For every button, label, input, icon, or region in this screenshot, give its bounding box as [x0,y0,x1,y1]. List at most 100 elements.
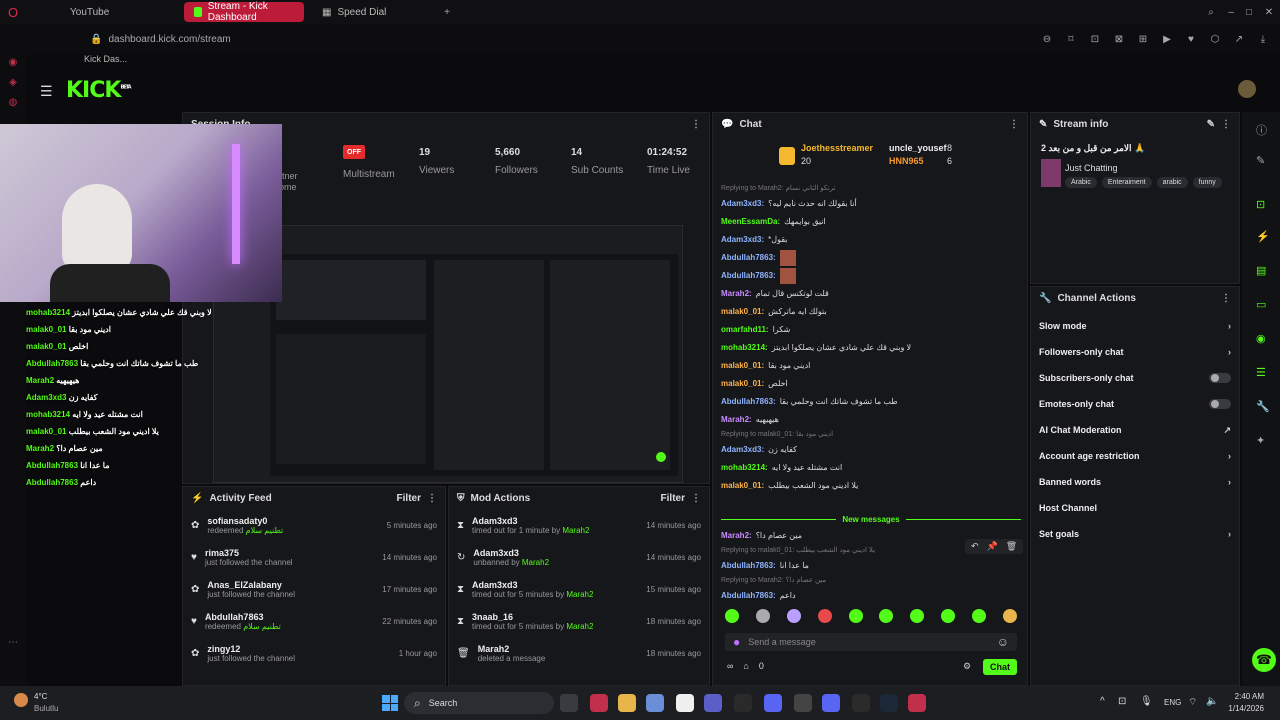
chat-username[interactable]: mohab3214: [721,459,768,477]
emote-icon[interactable] [755,609,770,623]
mod-action-item[interactable]: ↻ Adam3xd3 unbanned by Marah2 14 minutes ag… [449,541,709,573]
stream-preview[interactable] [213,225,683,483]
chat-message[interactable]: Abdullah7863: ما عدا انا [721,557,1021,575]
mod-target-user[interactable]: Adam3xd3 [472,580,593,590]
chat-username[interactable]: omarfahd11: [721,321,769,339]
stream-tag[interactable]: funny [1192,177,1222,188]
chat-message[interactable]: malak0_01: اديني مود بقا [721,357,1021,375]
stream-tag[interactable]: Arabic [1065,177,1097,188]
toggle-switch[interactable] [1209,399,1231,409]
clock-time[interactable]: 2:40 AM [1226,692,1264,701]
pin-icon[interactable]: 📌 [987,541,998,552]
toggle-switch[interactable] [1209,373,1231,383]
chat-message[interactable]: Adam3xd3: كفايه زن [721,441,1021,459]
emote-icon[interactable] [725,609,739,623]
mod-target-user[interactable]: Adam3xd3 [472,516,589,526]
apps-icon[interactable]: ✦ [1256,434,1265,447]
game-icon[interactable] [908,694,926,712]
more-menu-icon[interactable]: ⋮ [1221,293,1231,304]
emote-icon[interactable] [817,609,832,623]
obs-icon[interactable] [764,694,782,712]
delete-icon[interactable]: 🗑 [1006,541,1017,552]
more-menu-icon[interactable]: ⋮ [1009,119,1019,130]
heart-icon[interactable]: ♥ [1184,32,1198,46]
emote-icon[interactable] [786,609,801,623]
search-icon[interactable]: ⌕ [1204,5,1218,19]
document-icon[interactable]: ▤ [1256,264,1266,277]
messenger-icon[interactable]: ◍ [5,94,21,110]
reply-icon[interactable]: ↶ [971,541,979,552]
tab-youtube[interactable]: YouTube [60,2,119,22]
channel-action-banned-words[interactable]: Banned words › [1031,469,1239,495]
chat-username[interactable]: Abdullah7863: [721,249,776,267]
taskbar-search[interactable]: ⌕ Search [404,692,554,714]
translate-icon[interactable]: ⊞ [1136,32,1150,46]
tools-icon[interactable]: 🔧 [1256,400,1270,413]
infinity-icon[interactable]: ∞ [727,661,733,671]
help-button[interactable]: ☎ [1252,648,1276,672]
camera-icon[interactable]: ⊡ [1256,198,1265,211]
steam-icon[interactable] [880,694,898,712]
chat-message[interactable]: Abdullah7863: طب ما تشوف شاتك انت وحلمي ب… [721,393,1021,411]
mod-action-item[interactable]: ⧗ 3naab_16 timed out for 5 minutes by Mara… [449,605,709,637]
language-indicator[interactable]: ENG [1164,698,1181,707]
speed-dial-icon[interactable]: ◉ [5,54,21,70]
channel-action-emotes-only-chat[interactable]: Emotes-only chat [1031,391,1239,417]
stream-tag[interactable]: arabic [1156,177,1188,188]
activity-item[interactable]: ✿ zingy12 just followed the channel 1 hour … [183,637,445,669]
chat-username[interactable]: Adam3xd3: [721,231,764,249]
opera-logo-icon[interactable]: O [6,5,20,20]
store-icon[interactable]: ⌂ [743,661,748,671]
channel-action-set-goals[interactable]: Set goals › [1031,521,1239,547]
activity-user[interactable]: Abdullah7863 [205,612,281,622]
top-gifter-1[interactable]: Joethesstreamer [801,143,873,153]
chat-username[interactable]: Adam3xd3: [721,441,764,459]
chat-username[interactable]: MeenEssamDa: [721,213,780,231]
chat-message[interactable]: mohab3214: لا وبني قك علي شادي عشان يصلكو… [721,339,1021,357]
more-menu-icon[interactable]: ⋮ [691,119,701,130]
mod-action-item[interactable]: 🗑 Marah2 deleted a message 18 minutes ago [449,637,709,669]
chat-message[interactable]: MeenEssamDa: انيق بوايمهك [721,213,1021,231]
microphone-icon[interactable]: 🎙 [1140,696,1153,707]
activity-user[interactable]: rima375 [205,548,293,558]
mod-action-item[interactable]: ⧗ Adam3xd3 timed out for 1 minute by Marah… [449,509,709,541]
chat-message[interactable]: malak0_01: بتولك ايه ماتركش [721,303,1021,321]
channel-action-followers-only-chat[interactable]: Followers-only chat › [1031,339,1239,365]
activity-item[interactable]: ✿ Anas_ElZalabany just followed the channe… [183,573,445,605]
emoji-icon[interactable]: ☺ [997,635,1009,649]
offline-badge[interactable]: OFF [343,145,365,159]
play-icon[interactable]: ▶ [1160,32,1174,46]
settings-icon[interactable] [794,694,812,712]
url-field[interactable]: 🔒 dashboard.kick.com/stream [90,30,990,48]
settings-icon[interactable]: ⚙ [963,661,971,672]
emote-icon[interactable] [910,609,925,623]
hamburger-icon[interactable]: ☰ [40,83,53,100]
channel-action-slow-mode[interactable]: Slow mode › [1031,313,1239,339]
maximize-button[interactable]: □ [1242,5,1256,19]
emote-icon[interactable] [848,609,863,623]
windows-start-icon[interactable] [382,695,398,711]
extensions-icon[interactable]: ⬡ [1208,32,1222,46]
chat-message[interactable]: Abdullah7863: [721,249,1021,267]
info-icon[interactable]: ⓘ [1256,122,1267,138]
more-menu-icon[interactable]: ⋮ [427,493,437,504]
wifi-icon[interactable]: ⌔ [1188,696,1197,709]
chat-message[interactable]: malak0_01: يلا اديني مود الشعب بيطلب [721,477,1021,495]
mod-by-user[interactable]: Marah2 [566,590,593,599]
bookmark-icon[interactable]: ⌑ [1064,32,1078,46]
new-tab-button[interactable]: + [440,5,454,19]
bag-icon[interactable]: ◈ [5,74,21,90]
edit-icon[interactable]: ✎ [1207,119,1215,130]
chat-username[interactable]: Adam3xd3: [721,195,764,213]
reply-context[interactable]: Replying to malak0_01: اديني مود بقا [721,429,1021,441]
channel-action-subscribers-only-chat[interactable]: Subscribers-only chat [1031,365,1239,391]
activity-item[interactable]: ✿ sofiansadaty0 redeemed تطنيم سلام 5 minut… [183,509,445,541]
kick-logo[interactable]: KICKBETA [66,78,132,103]
activity-item[interactable]: ♥ Abdullah7863 redeemed تطنيم سلام 22 minut… [183,605,445,637]
channel-action-host-channel[interactable]: Host Channel [1031,495,1239,521]
network-icon[interactable]: ⊡ [1118,696,1126,707]
store-icon[interactable] [676,694,694,712]
chat-username[interactable]: mohab3214: [721,339,768,357]
chat-username[interactable]: Abdullah7863: [721,267,776,285]
message-input[interactable]: ● Send a message ☺ [725,633,1017,651]
